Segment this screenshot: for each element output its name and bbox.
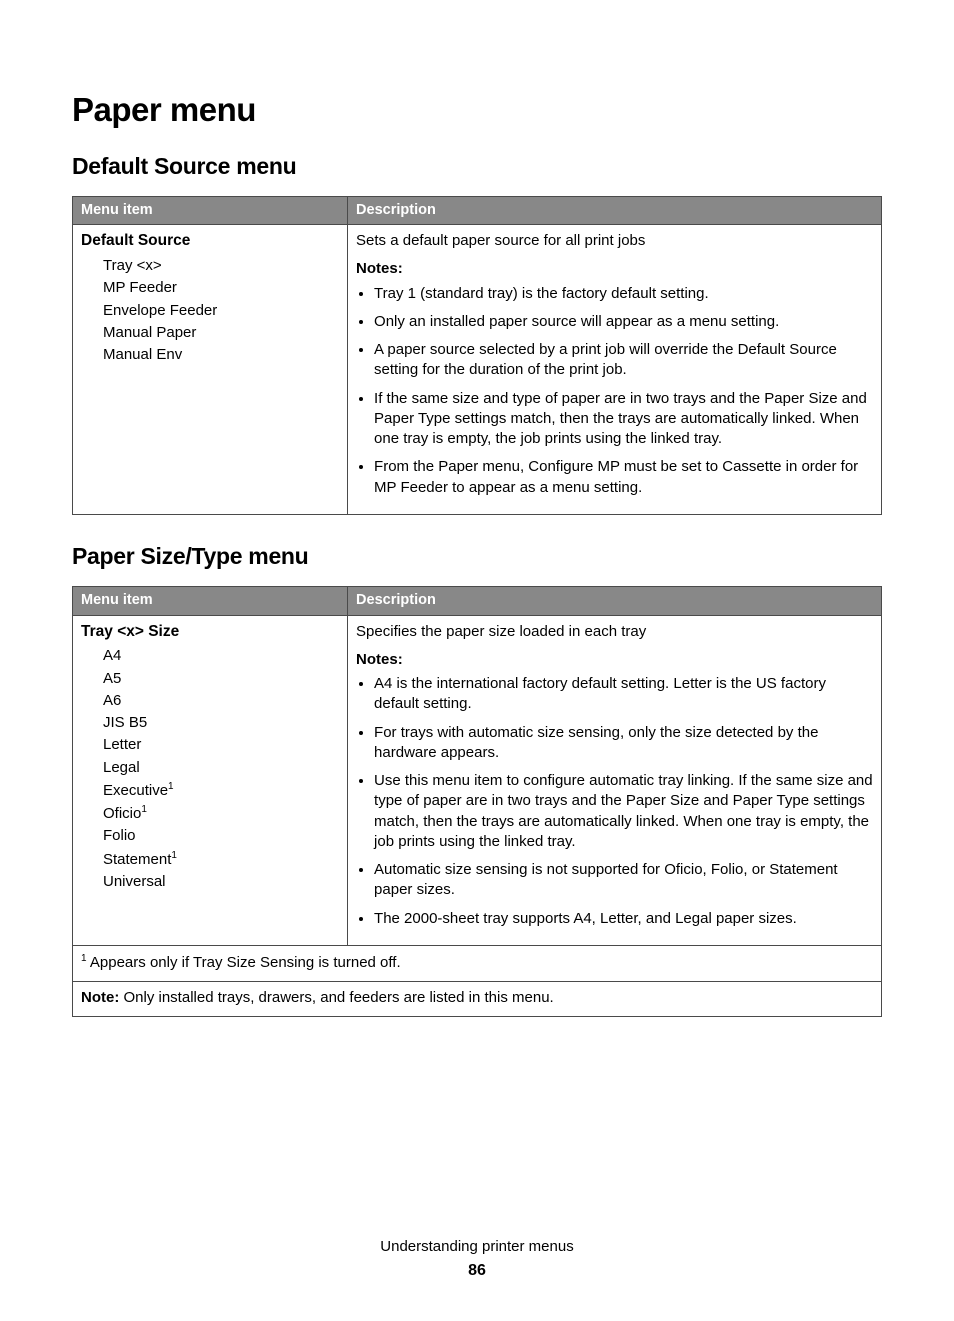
note-label: Note: <box>81 989 119 1006</box>
footnote-row: 1 Appears only if Tray Size Sensing is t… <box>73 945 882 981</box>
option: A4 <box>103 646 339 666</box>
notes-label: Notes: <box>356 259 873 279</box>
description-lead: Sets a default paper source for all prin… <box>356 231 873 251</box>
note-item: A4 is the international factory default … <box>374 674 873 715</box>
table-paper-size-type: Menu item Description Tray <x> Size A4 A… <box>72 586 882 1017</box>
menu-item-title: Default Source <box>81 231 339 252</box>
footnote-marker: 1 <box>171 850 177 861</box>
note-item: From the Paper menu, Configure MP must b… <box>374 457 873 498</box>
table-row: Default Source Tray <x> MP Feeder Envelo… <box>73 225 882 515</box>
option: Tray <x> <box>103 256 339 276</box>
option: A6 <box>103 691 339 711</box>
footnote-marker: 1 <box>168 781 174 792</box>
option: Executive1 <box>103 780 339 801</box>
note-item: A paper source selected by a print job w… <box>374 340 873 381</box>
footer-chapter: Understanding printer menus <box>72 1237 882 1257</box>
footnote-marker: 1 <box>141 804 147 815</box>
note-text: Only installed trays, drawers, and feede… <box>119 989 553 1006</box>
option: Legal <box>103 758 339 778</box>
note-item: Use this menu item to configure automati… <box>374 771 873 852</box>
col-header-menu-item: Menu item <box>73 586 348 615</box>
notes-label: Notes: <box>356 650 873 670</box>
note-item: Only an installed paper source will appe… <box>374 312 873 332</box>
option-list: Tray <x> MP Feeder Envelope Feeder Manua… <box>103 256 339 365</box>
menu-item-title: Tray <x> Size <box>81 622 339 643</box>
option: MP Feeder <box>103 278 339 298</box>
note-item: If the same size and type of paper are i… <box>374 389 873 450</box>
col-header-menu-item: Menu item <box>73 196 348 225</box>
page-title: Paper menu <box>72 88 882 133</box>
page-footer: Understanding printer menus 86 <box>72 1237 882 1281</box>
table-row: Tray <x> Size A4 A5 A6 JIS B5 Letter Leg… <box>73 615 882 945</box>
option: Manual Env <box>103 345 339 365</box>
footnote-text: Appears only if Tray Size Sensing is tur… <box>87 954 401 971</box>
option: Folio <box>103 826 339 846</box>
option: Universal <box>103 872 339 892</box>
option: Oficio1 <box>103 803 339 824</box>
col-header-description: Description <box>348 196 882 225</box>
table-default-source: Menu item Description Default Source Tra… <box>72 196 882 515</box>
option-list: A4 A5 A6 JIS B5 Letter Legal Executive1 … <box>103 646 339 892</box>
notes-list: Tray 1 (standard tray) is the factory de… <box>374 284 873 498</box>
col-header-description: Description <box>348 586 882 615</box>
notes-list: A4 is the international factory default … <box>374 674 873 929</box>
note-item: Tray 1 (standard tray) is the factory de… <box>374 284 873 304</box>
section-heading-paper-size-type: Paper Size/Type menu <box>72 541 882 572</box>
description-lead: Specifies the paper size loaded in each … <box>356 622 873 642</box>
note-row: Note: Only installed trays, drawers, and… <box>73 982 882 1017</box>
option: JIS B5 <box>103 713 339 733</box>
option: Statement1 <box>103 849 339 870</box>
note-item: The 2000-sheet tray supports A4, Letter,… <box>374 909 873 929</box>
footer-page-number: 86 <box>72 1260 882 1282</box>
option: Letter <box>103 735 339 755</box>
option: A5 <box>103 669 339 689</box>
note-item: Automatic size sensing is not supported … <box>374 860 873 901</box>
section-heading-default-source: Default Source menu <box>72 151 882 182</box>
option: Manual Paper <box>103 323 339 343</box>
option: Envelope Feeder <box>103 301 339 321</box>
note-item: For trays with automatic size sensing, o… <box>374 723 873 764</box>
